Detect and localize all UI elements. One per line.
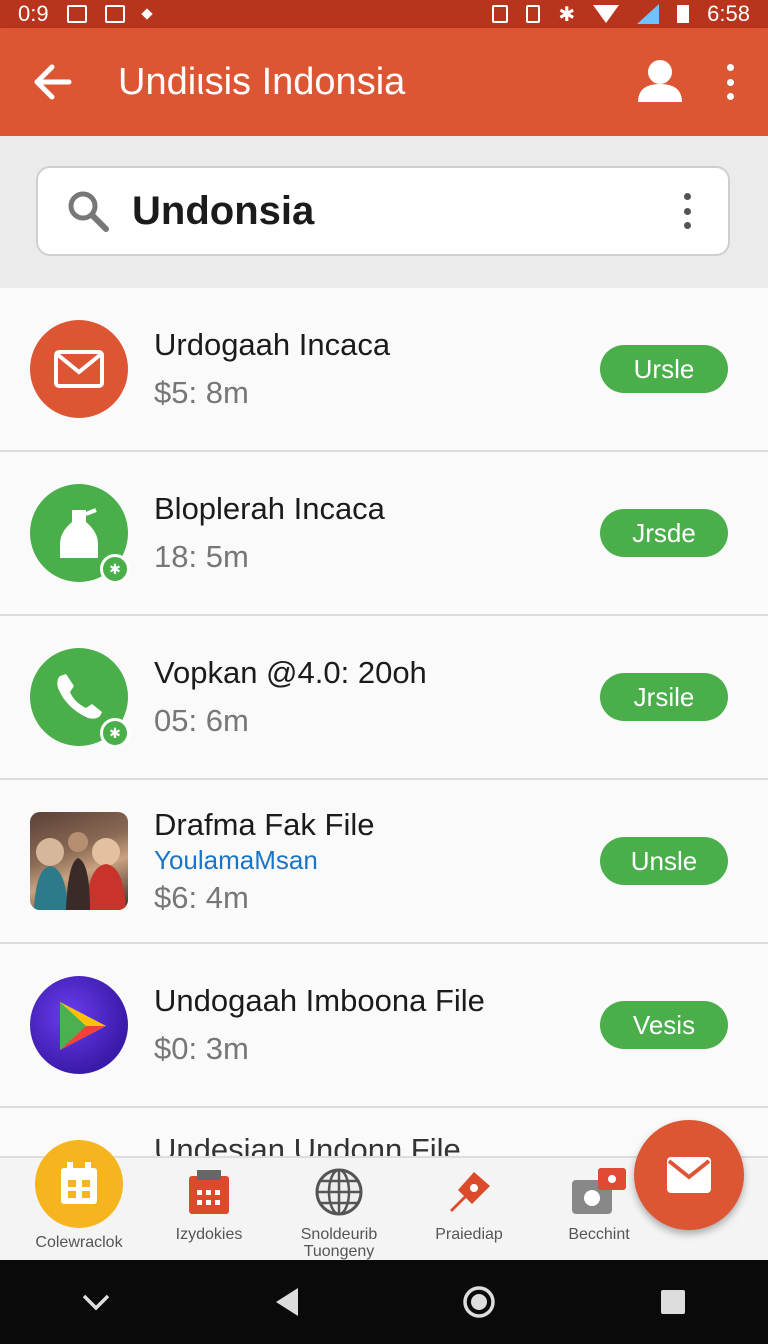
bluetooth-icon: ✱	[558, 3, 576, 26]
more-dot-icon	[726, 93, 734, 100]
notification-icon	[66, 5, 87, 23]
list-item[interactable]: Undogaah Imboona File $0: 3m Vesis	[0, 944, 768, 1108]
badge-icon: ✱	[100, 554, 130, 584]
list-item[interactable]: ✱ Vopkan @4.0: 20oh 05: 6m Jrsile	[0, 616, 768, 780]
status-time-right: 6:58	[707, 1, 750, 26]
pin-icon	[450, 1172, 490, 1212]
back-button[interactable]	[28, 58, 76, 106]
list-item[interactable]: Drafma Fak File YoulamaMsan $6: 4m Unsle	[0, 780, 768, 944]
signal-icon	[637, 4, 660, 24]
user-icon	[638, 60, 682, 102]
more-dot-icon	[683, 193, 691, 200]
search-input[interactable]: Undonsia	[36, 166, 730, 256]
camera-icon	[572, 1168, 626, 1214]
more-dot-icon	[683, 207, 691, 215]
search-query: Undonsia	[132, 188, 315, 233]
more-dot-icon	[683, 222, 691, 229]
search-area: Undonsia	[0, 136, 768, 288]
nav-label: Colewraclok	[35, 1234, 123, 1251]
calendar-icon	[35, 1140, 123, 1228]
vibrate-icon	[526, 5, 541, 23]
search-icon	[68, 191, 109, 232]
arrow-left-icon	[34, 64, 72, 100]
item-list: Urdogaah Incaca $5: 8m Ursle ✱ Bloplerah…	[0, 288, 768, 1156]
photo-thumbnail	[30, 812, 128, 910]
item-action-button[interactable]: Jrsile	[600, 673, 728, 721]
item-action-button[interactable]: Jrsde	[600, 509, 728, 557]
dot-icon	[140, 8, 153, 20]
badge-icon: ✱	[100, 718, 130, 748]
list-item[interactable]: Urdogaah Incaca $5: 8m Ursle	[0, 288, 768, 452]
wifi-icon	[593, 5, 620, 23]
home-circle-icon[interactable]	[462, 1285, 496, 1319]
search-more-button[interactable]	[680, 193, 694, 229]
profile-button[interactable]	[634, 56, 686, 108]
nav-label: Becchint	[568, 1226, 630, 1243]
nav-item-calendar[interactable]: Colewraclok	[14, 1140, 144, 1260]
calendar-grid-icon	[189, 1170, 229, 1214]
back-triangle-icon[interactable]	[274, 1286, 300, 1318]
system-navigation-bar	[0, 1260, 768, 1344]
globe-icon	[315, 1168, 363, 1216]
more-dot-icon	[726, 78, 734, 86]
app-bar: Undiιsis Indonsia	[0, 28, 768, 136]
phone-icon: ✱	[30, 648, 130, 748]
recents-square-icon[interactable]	[659, 1288, 687, 1316]
status-time-left: 0:9	[18, 1, 49, 26]
chevron-down-icon[interactable]	[81, 1292, 111, 1312]
list-item[interactable]: ✱ Bloplerah Incaca 18: 5m Jrsde	[0, 452, 768, 616]
mail-icon	[30, 320, 128, 418]
image-icon	[104, 5, 125, 23]
item-action-button[interactable]: Unsle	[600, 837, 728, 885]
page-title: Undiιsis Indonsia	[118, 60, 406, 103]
nav-item-calendar-grid[interactable]: Izydokies	[144, 1158, 274, 1260]
item-action-button[interactable]: Vesis	[600, 1001, 728, 1049]
play-store-icon	[30, 976, 128, 1074]
compose-mail-fab[interactable]	[634, 1120, 744, 1230]
more-dot-icon	[726, 64, 734, 71]
battery-icon	[677, 5, 690, 23]
nav-item-globe[interactable]: Snoldeurib Tuongeny	[274, 1158, 404, 1260]
nav-item-pin[interactable]: Praiediap	[404, 1158, 534, 1260]
nav-label: Snoldeurib Tuongeny	[300, 1226, 378, 1260]
nav-label: Praiediap	[435, 1226, 503, 1243]
status-bar: 0:9 ✱ 6:58	[0, 0, 768, 28]
more-options-button[interactable]	[720, 58, 740, 106]
shield-icon	[492, 5, 509, 23]
bottle-icon: ✱	[30, 484, 130, 584]
item-title: Undesian Undonn File	[154, 1132, 461, 1156]
nav-label: Izydokies	[175, 1226, 243, 1243]
mail-icon	[667, 1157, 711, 1193]
item-action-button[interactable]: Ursle	[600, 345, 728, 393]
